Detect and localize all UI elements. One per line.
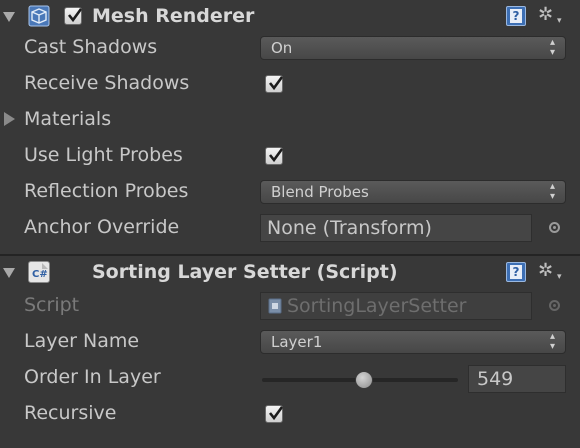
script-file-icon	[268, 298, 282, 314]
svg-text:C#: C#	[32, 269, 48, 280]
order-in-layer-slider-thumb[interactable]	[354, 371, 373, 389]
csharp-script-icon: C#	[28, 261, 50, 283]
checkmark-icon	[268, 76, 284, 91]
mesh-renderer-enabled-checkbox[interactable]	[64, 7, 83, 25]
recursive-label: Recursive	[24, 402, 117, 424]
layer-name-value: Layer1	[271, 333, 323, 351]
checkmark-icon	[67, 8, 83, 23]
checkmark-icon	[268, 148, 284, 163]
mesh-renderer-icon	[28, 5, 50, 27]
object-picker-icon[interactable]	[549, 222, 560, 233]
object-picker-icon	[549, 300, 560, 311]
receive-shadows-checkbox[interactable]	[265, 75, 284, 93]
materials-foldout-arrow-icon[interactable]	[4, 112, 15, 126]
gear-caret-icon: ▾	[557, 16, 562, 26]
order-in-layer-number-field[interactable]: 549	[468, 365, 566, 393]
cast-shadows-dropdown[interactable]: On ▴ ▾	[260, 36, 566, 60]
arrow-down-icon: ▾	[549, 47, 555, 58]
anchor-override-field[interactable]: None (Transform)	[260, 214, 532, 242]
script-label: Script	[24, 294, 80, 316]
help-icon[interactable]: ?	[506, 262, 526, 282]
reflection-probes-value: Blend Probes	[271, 183, 369, 201]
checkmark-icon	[268, 406, 284, 421]
component-title: Mesh Renderer	[92, 5, 255, 27]
inspector-panel: Mesh Renderer ? ✲ ▾ Cast Shadows On ▴ ▾ …	[0, 0, 580, 448]
help-glyph: ?	[510, 9, 522, 23]
script-value: SortingLayerSetter	[287, 295, 467, 317]
dropdown-arrows-icon: ▴ ▾	[550, 37, 555, 59]
receive-shadows-label: Receive Shadows	[24, 72, 190, 94]
mesh-renderer-header[interactable]: Mesh Renderer ? ✲ ▾	[0, 0, 580, 34]
gear-icon[interactable]: ✲	[538, 262, 553, 280]
reflection-probes-dropdown[interactable]: Blend Probes ▴ ▾	[260, 180, 566, 204]
cast-shadows-label: Cast Shadows	[24, 36, 158, 58]
recursive-checkbox[interactable]	[265, 405, 284, 423]
cast-shadows-value: On	[271, 39, 293, 57]
gear-caret-icon: ▾	[557, 272, 562, 282]
gear-icon[interactable]: ✲	[538, 6, 553, 24]
collapse-arrow-icon[interactable]	[3, 268, 15, 278]
arrow-down-icon: ▾	[549, 341, 555, 352]
dropdown-arrows-icon: ▴ ▾	[550, 181, 555, 203]
use-light-probes-label: Use Light Probes	[24, 144, 183, 166]
arrow-down-icon: ▾	[549, 191, 555, 202]
reflection-probes-label: Reflection Probes	[24, 180, 189, 202]
layer-name-dropdown[interactable]: Layer1 ▴ ▾	[260, 330, 566, 354]
component-title: Sorting Layer Setter (Script)	[92, 261, 398, 283]
sorting-layer-setter-header[interactable]: C# Sorting Layer Setter (Script) ? ✲ ▾	[0, 256, 580, 290]
layer-name-label: Layer Name	[24, 330, 140, 352]
use-light-probes-checkbox[interactable]	[265, 147, 284, 165]
order-in-layer-label: Order In Layer	[24, 366, 161, 388]
collapse-arrow-icon[interactable]	[3, 12, 15, 22]
script-field: SortingLayerSetter	[260, 292, 532, 320]
anchor-override-label: Anchor Override	[24, 216, 180, 238]
help-glyph: ?	[510, 265, 522, 279]
help-icon[interactable]: ?	[506, 6, 526, 26]
dropdown-arrows-icon: ▴ ▾	[550, 331, 555, 353]
materials-label[interactable]: Materials	[24, 108, 111, 130]
